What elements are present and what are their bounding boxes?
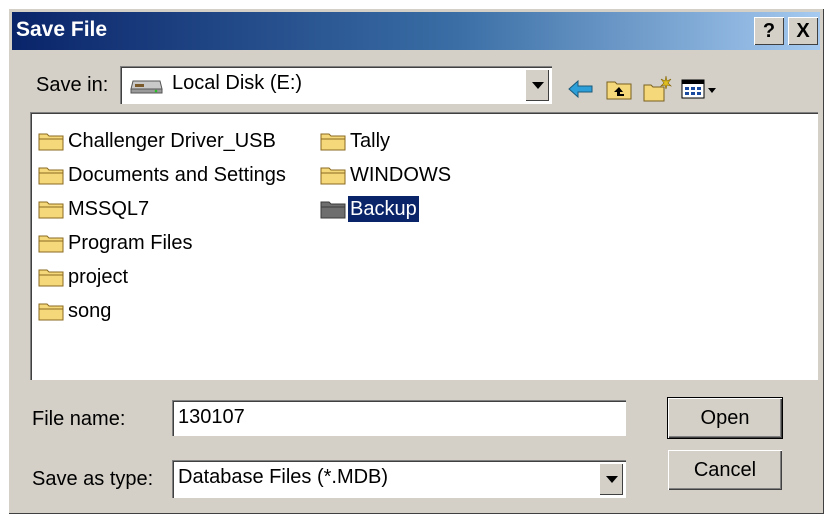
folder-name: Challenger Driver_USB — [68, 130, 276, 152]
help-button[interactable]: ? — [754, 17, 784, 45]
save-as-type-combobox[interactable]: Database Files (*.MDB) — [172, 460, 626, 498]
new-folder-icon[interactable] — [642, 74, 672, 104]
save-as-type-label: Save as type: — [32, 468, 154, 490]
open-button[interactable]: Open — [667, 397, 783, 439]
folder-name: song — [68, 300, 112, 322]
up-folder-icon[interactable] — [604, 74, 634, 104]
folder-icon — [38, 167, 64, 185]
save-as-type-value: Database Files (*.MDB) — [178, 466, 389, 488]
folder-icon — [320, 133, 346, 151]
save-in-dropdown-button[interactable] — [525, 69, 549, 101]
folder-name: project — [68, 266, 129, 288]
folder-icon — [320, 167, 346, 185]
folder-icon — [38, 201, 64, 219]
folder-name: WINDOWS — [350, 164, 452, 186]
save-in-label: Save in: — [36, 74, 109, 96]
save-in-combobox[interactable]: Local Disk (E:) — [120, 66, 552, 104]
folder-icon — [38, 303, 64, 321]
folder-name: Program Files — [68, 232, 193, 254]
cancel-button[interactable]: Cancel — [668, 450, 782, 490]
file-name-label: File name: — [32, 408, 126, 430]
folder-icon — [38, 269, 64, 287]
title-bar[interactable]: Save File ? X — [12, 12, 820, 50]
close-button[interactable]: X — [788, 17, 818, 45]
back-arrow-icon[interactable] — [566, 74, 596, 104]
folder-name: MSSQL7 — [68, 198, 150, 220]
save-file-dialog: Save File ? X Save in: Local Disk (E:) C… — [8, 8, 824, 514]
view-menu-icon[interactable] — [680, 74, 720, 104]
folder-icon — [320, 201, 346, 219]
folder-name: Documents and Settings — [68, 164, 286, 186]
folder-icon — [38, 133, 64, 151]
file-name-input[interactable]: 130107 — [172, 400, 626, 436]
folder-name: Tally — [350, 130, 391, 152]
dialog-title: Save File — [16, 18, 108, 41]
save-in-value: Local Disk (E:) — [172, 72, 303, 94]
file-name-value: 130107 — [178, 406, 245, 428]
file-list[interactable]: Challenger Driver_USB Documents and Sett… — [30, 112, 818, 380]
local-disk-icon — [130, 80, 163, 94]
save-as-type-dropdown-button[interactable] — [599, 463, 623, 495]
folder-icon — [38, 235, 64, 253]
folder-name: Backup — [348, 196, 419, 222]
